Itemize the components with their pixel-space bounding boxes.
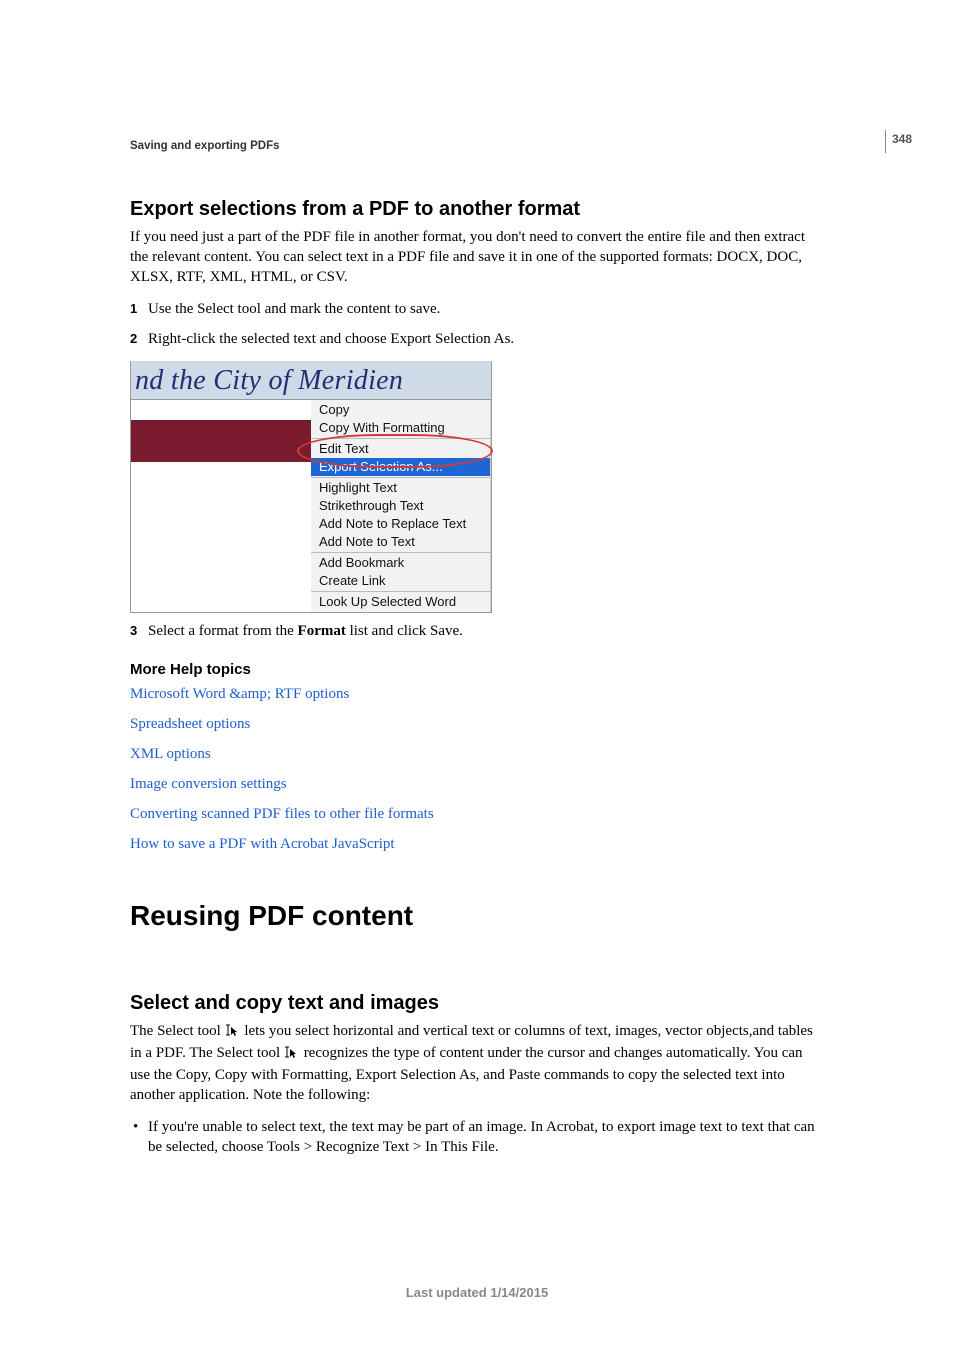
- select-tool-icon: [226, 1023, 240, 1043]
- help-links-list: Microsoft Word &amp; RTF options Spreads…: [130, 684, 824, 854]
- bullet-list: If you're unable to select text, the tex…: [130, 1117, 824, 1157]
- step-text: Select a format from the Format list and…: [148, 623, 463, 639]
- section2-paragraph: The Select tool lets you select horizont…: [130, 1021, 824, 1105]
- steps-list: 1 Use the Select tool and mark the conte…: [130, 299, 824, 349]
- page: 348 Saving and exporting PDFs Export sel…: [0, 0, 954, 1350]
- step-text: Use the Select tool and mark the content…: [148, 301, 440, 317]
- menu-item-add-note-replace[interactable]: Add Note to Replace Text: [311, 515, 490, 533]
- step-number: 2: [130, 329, 137, 349]
- chapter-title: Reusing PDF content: [130, 900, 824, 932]
- step-2: 2 Right-click the selected text and choo…: [130, 329, 824, 349]
- menu-item-export-selection-as[interactable]: Export Selection As...: [311, 458, 490, 476]
- steps-list-cont: 3 Select a format from the Format list a…: [130, 621, 824, 641]
- step-number: 1: [130, 299, 137, 319]
- link-save-pdf-javascript[interactable]: How to save a PDF with Acrobat JavaScrip…: [130, 834, 824, 854]
- page-number: 348: [892, 132, 912, 146]
- link-image-conversion-settings[interactable]: Image conversion settings: [130, 774, 824, 794]
- link-word-rtf-options[interactable]: Microsoft Word &amp; RTF options: [130, 684, 824, 704]
- step-1: 1 Use the Select tool and mark the conte…: [130, 299, 824, 319]
- figure-selected-text: nd the City of Meridien: [131, 361, 491, 400]
- menu-item-copy[interactable]: Copy: [311, 401, 490, 419]
- menu-item-edit-text[interactable]: Edit Text: [311, 440, 490, 458]
- menu-item-copy-with-formatting[interactable]: Copy With Formatting: [311, 419, 490, 437]
- step-number: 3: [130, 621, 137, 641]
- menu-item-strikethrough-text[interactable]: Strikethrough Text: [311, 497, 490, 515]
- footer-last-updated: Last updated 1/14/2015: [0, 1285, 954, 1300]
- link-converting-scanned-pdf[interactable]: Converting scanned PDF files to other fi…: [130, 804, 824, 824]
- section-title-select-copy: Select and copy text and images: [130, 992, 824, 1015]
- step-text: Right-click the selected text and choose…: [148, 331, 514, 347]
- link-spreadsheet-options[interactable]: Spreadsheet options: [130, 714, 824, 734]
- more-help-title: More Help topics: [130, 661, 824, 678]
- menu-item-highlight-text[interactable]: Highlight Text: [311, 479, 490, 497]
- section-title-export: Export selections from a PDF to another …: [130, 198, 824, 221]
- page-number-wrap: 348: [885, 130, 912, 153]
- select-tool-icon: [285, 1045, 299, 1065]
- menu-item-look-up-word[interactable]: Look Up Selected Word: [311, 593, 490, 611]
- context-menu: Copy Copy With Formatting Edit Text Expo…: [311, 400, 491, 612]
- menu-item-create-link[interactable]: Create Link: [311, 572, 490, 590]
- running-head: Saving and exporting PDFs: [130, 140, 824, 152]
- link-xml-options[interactable]: XML options: [130, 744, 824, 764]
- section-paragraph: If you need just a part of the PDF file …: [130, 227, 824, 287]
- figure-left-panel: [131, 400, 311, 612]
- menu-item-add-note-to-text[interactable]: Add Note to Text: [311, 533, 490, 551]
- menu-item-add-bookmark[interactable]: Add Bookmark: [311, 554, 490, 572]
- step-3: 3 Select a format from the Format list a…: [130, 621, 824, 641]
- bullet-item: If you're unable to select text, the tex…: [130, 1117, 824, 1157]
- figure-right-panel: Copy Copy With Formatting Edit Text Expo…: [311, 400, 491, 612]
- figure-context-menu: nd the City of Meridien Copy Copy With F…: [130, 361, 492, 613]
